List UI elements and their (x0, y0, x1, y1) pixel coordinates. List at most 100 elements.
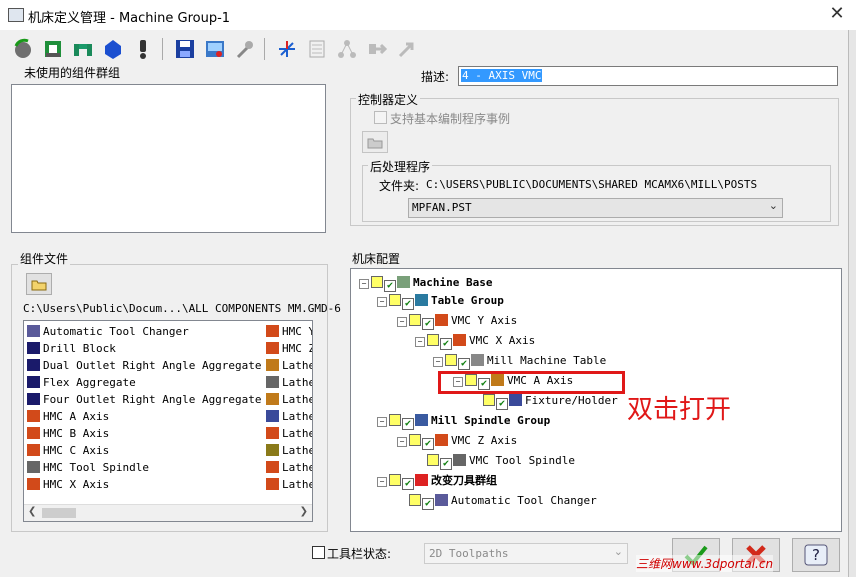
tree-node[interactable]: − VMC X Axis (415, 332, 535, 350)
folder-icon (367, 138, 383, 148)
component-item[interactable]: Lathe (266, 408, 312, 425)
node-visible-checkbox[interactable] (402, 298, 414, 310)
machine-view-icon[interactable] (202, 36, 228, 62)
export-icon[interactable] (364, 36, 390, 62)
wrench-icon[interactable] (232, 36, 258, 62)
toolbar-state-select[interactable]: 2D Toolpaths ⌄ (424, 543, 628, 564)
chevron-down-icon: ⌄ (613, 545, 623, 558)
collapse-icon[interactable]: − (359, 279, 369, 289)
node-checkbox[interactable] (389, 414, 401, 426)
component-item[interactable]: Lathe (266, 459, 312, 476)
component-item[interactable]: Flex Aggregate (27, 374, 136, 391)
machine-config-label: 机床配置 (350, 250, 403, 267)
tree-node[interactable]: − VMC Z Axis (397, 432, 517, 450)
tree-node[interactable]: VMC Tool Spindle (415, 452, 575, 470)
unused-group-list[interactable] (11, 84, 326, 233)
post-select[interactable]: MPFAN.PST ⌄ (408, 198, 783, 218)
node-checkbox[interactable] (409, 434, 421, 446)
component-path: C:\Users\Public\Docum...\ALL COMPONENTS … (23, 302, 341, 315)
node-checkbox[interactable] (389, 294, 401, 306)
controller-open-button[interactable] (362, 131, 388, 153)
support-checkbox[interactable] (374, 111, 387, 124)
component-icon[interactable] (100, 36, 126, 62)
tree-node[interactable]: − VMC Y Axis (397, 312, 517, 330)
node-visible-checkbox[interactable] (458, 358, 470, 370)
import-icon[interactable] (394, 36, 420, 62)
description-input[interactable]: 4 - AXIS VMC (458, 66, 838, 86)
component-item[interactable]: HMC Tool Spindle (27, 459, 149, 476)
scroll-right-icon[interactable]: ❯ (300, 506, 308, 517)
node-checkbox[interactable] (409, 494, 421, 506)
node-visible-checkbox[interactable] (402, 478, 414, 490)
node-checkbox[interactable] (427, 334, 439, 346)
component-item[interactable]: HMC A Axis (27, 408, 109, 425)
save-icon[interactable] (172, 36, 198, 62)
node-visible-checkbox[interactable] (384, 280, 396, 292)
collapse-icon[interactable]: − (433, 357, 443, 367)
tree-node-label: VMC X Axis (469, 334, 536, 347)
component-list[interactable]: Automatic Tool Changer Drill Block Dual Ou… (23, 320, 313, 522)
collapse-icon[interactable]: − (377, 417, 387, 427)
component-item[interactable]: Drill Block (27, 340, 116, 357)
tree-node[interactable]: Fixture/Holder (471, 392, 618, 410)
collapse-icon[interactable]: − (415, 337, 425, 347)
component-item[interactable]: Automatic Tool Changer (27, 323, 189, 340)
node-checkbox[interactable] (427, 454, 439, 466)
component-item[interactable]: HMC X Axis (27, 476, 109, 493)
linear-axis-icon[interactable] (40, 36, 66, 62)
component-item[interactable]: Four Outlet Right Angle Aggregate (27, 391, 262, 408)
component-item[interactable]: Lathe (266, 476, 312, 493)
toolbar-state-checkbox[interactable] (312, 546, 325, 559)
scrollbar-thumb[interactable] (42, 508, 76, 518)
node-checkbox[interactable] (409, 314, 421, 326)
component-item[interactable]: Dual Outlet Right Angle Aggregate (27, 357, 262, 374)
tree-node[interactable]: Automatic Tool Changer (397, 492, 597, 510)
tree-icon[interactable] (334, 36, 360, 62)
node-visible-checkbox[interactable] (402, 418, 414, 430)
component-item[interactable]: HMC B Axis (27, 425, 109, 442)
collapse-icon[interactable]: − (397, 317, 407, 327)
component-item[interactable]: Lathe (266, 425, 313, 442)
spindle-head-icon[interactable] (70, 36, 96, 62)
component-item[interactable]: HMC Y (266, 323, 312, 340)
component-item[interactable]: Lathe (266, 374, 312, 391)
node-visible-checkbox[interactable] (440, 338, 452, 350)
horizontal-scrollbar[interactable]: ❮ ❯ (24, 504, 312, 521)
scroll-left-icon[interactable]: ❮ (28, 506, 36, 517)
component-item[interactable]: Lathe (266, 357, 312, 374)
component-item-label: Dual Outlet Right Angle Aggregate (43, 359, 262, 372)
table-icon[interactable] (304, 36, 330, 62)
node-checkbox[interactable] (389, 474, 401, 486)
window-icon (8, 8, 24, 22)
component-item[interactable]: HMC C Axis (27, 442, 109, 459)
component-icon (266, 427, 279, 439)
close-button[interactable]: ✕ (826, 3, 848, 25)
tree-node[interactable]: − Mill Spindle Group (377, 412, 550, 430)
tree-node[interactable]: − Mill Machine Table (433, 352, 606, 370)
help-button[interactable]: ? (792, 538, 840, 572)
component-item[interactable]: HMC Z (266, 340, 312, 357)
node-checkbox[interactable] (371, 276, 383, 288)
machine-config-tree[interactable]: − Machine Base − Table Group − VMC Y Axis − VMC… (350, 268, 842, 532)
node-checkbox[interactable] (483, 394, 495, 406)
node-checkbox[interactable] (445, 354, 457, 366)
node-visible-checkbox[interactable] (422, 438, 434, 450)
node-visible-checkbox[interactable] (422, 318, 434, 330)
tree-node[interactable]: − Table Group (377, 292, 504, 310)
tree-node[interactable]: − 改变刀具群组 (377, 472, 497, 490)
folder-path: C:\USERS\PUBLIC\DOCUMENTS\SHARED MCAMX6\… (426, 178, 758, 191)
node-visible-checkbox[interactable] (496, 398, 508, 410)
component-item[interactable]: Lathe (266, 391, 312, 408)
node-visible-checkbox[interactable] (440, 458, 452, 470)
rotary-axis-icon[interactable] (10, 36, 36, 62)
component-item[interactable]: Lathe (266, 442, 312, 459)
warning-icon[interactable] (130, 36, 156, 62)
collapse-icon[interactable]: − (377, 297, 387, 307)
tree-node[interactable]: − Machine Base (359, 274, 492, 292)
component-item-label: Lathe (282, 427, 313, 440)
axes-icon[interactable] (274, 36, 300, 62)
collapse-icon[interactable]: − (397, 437, 407, 447)
node-visible-checkbox[interactable] (422, 498, 434, 510)
component-open-button[interactable] (26, 273, 52, 295)
collapse-icon[interactable]: − (377, 477, 387, 487)
